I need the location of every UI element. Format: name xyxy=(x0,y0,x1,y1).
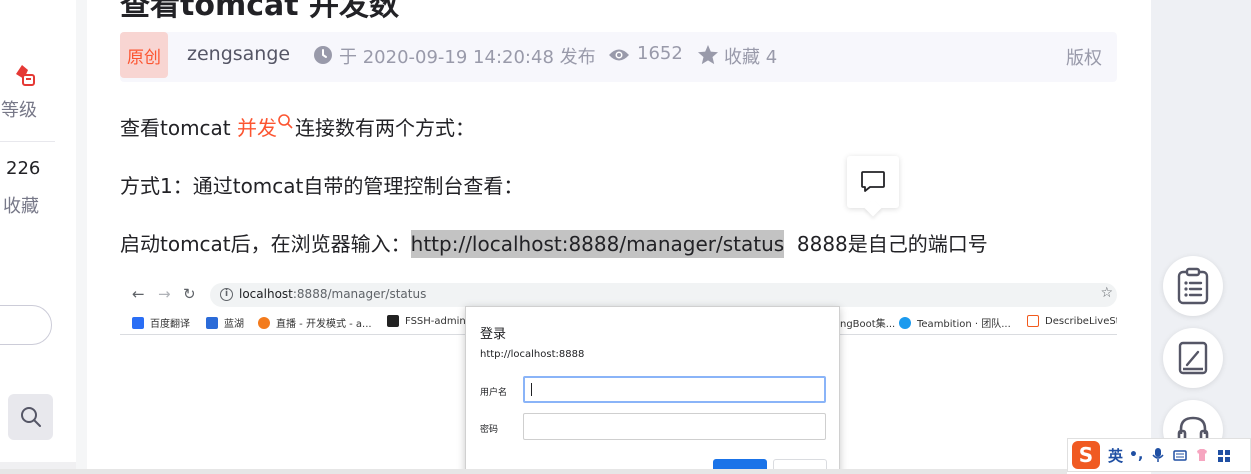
paragraph-method1: 方式1：通过tomcat自带的管理控制台查看： xyxy=(120,174,524,198)
password-field xyxy=(523,413,826,440)
aliyun-icon xyxy=(1027,315,1039,327)
bookmark-star-icon: ☆ xyxy=(1100,285,1113,301)
teambition-icon xyxy=(899,316,911,329)
edit-button[interactable] xyxy=(1163,328,1223,388)
bookmark-label: Teambition · 团队... xyxy=(917,319,1011,330)
skin-icon[interactable] xyxy=(1195,447,1209,463)
ime-punctuation-toggle[interactable]: •, xyxy=(1129,447,1143,463)
keyboard-icon[interactable] xyxy=(1173,447,1188,463)
original-badge: 原创 xyxy=(120,32,168,78)
username-label: 用户名 xyxy=(480,388,508,398)
favorites-count: 226 xyxy=(6,158,41,179)
bookmark-item: Teambition · 团队... xyxy=(899,315,1011,330)
bookmark-label: FSSH-admin xyxy=(405,315,466,327)
ime-language-toggle[interactable]: 英 xyxy=(1108,445,1123,466)
publish-time: 于 2020-09-19 14:20:48 发布 xyxy=(339,47,596,68)
dialog-title: 登录 xyxy=(480,327,507,342)
url-host: localhost xyxy=(239,287,293,301)
bookmark-label: 蓝湖 xyxy=(224,319,244,330)
browser-toolbar: ← → ↻ i localhost:8888/manager/status ☆ xyxy=(120,281,1117,309)
browser-url-field: i localhost:8888/manager/status ☆ xyxy=(210,283,1117,307)
paragraph-text: 8888是自己的端口号 xyxy=(784,232,988,256)
paragraph-url: 启动tomcat后，在浏览器输入：http://localhost:8888/m… xyxy=(120,228,988,258)
article-meta-bar: 原创 zengsange 于 2020-09-19 14:20:48 发布 16… xyxy=(120,32,1117,82)
menu-grid-icon[interactable] xyxy=(1217,447,1231,463)
copyright-link[interactable]: 版权 xyxy=(1066,44,1102,70)
bookmark-label: 百度翻译 xyxy=(150,319,190,330)
login-dialog: 登录 http://localhost:8888 用户名 密码 xyxy=(465,306,840,474)
bookmark-label: 直播 - 开发模式 - a... xyxy=(276,319,372,330)
username-field xyxy=(523,376,826,403)
live-icon xyxy=(258,316,270,329)
clock-icon xyxy=(314,46,332,64)
reload-icon: ↻ xyxy=(183,285,196,303)
keyword-link[interactable]: 并发 xyxy=(237,116,277,140)
bookmark-item: 蓝湖 xyxy=(206,315,244,330)
bookmark-label: ngBoot集... xyxy=(840,319,896,330)
microphone-icon[interactable] xyxy=(1151,447,1165,463)
back-arrow-icon: ← xyxy=(132,285,145,303)
paragraph-text: 连接数有两个方式： xyxy=(295,116,476,140)
embedded-browser-screenshot: ← → ↻ i localhost:8888/manager/status ☆ … xyxy=(120,281,1117,474)
bookmark-item: ngBoot集... xyxy=(840,315,895,330)
bottom-edge xyxy=(0,469,1067,474)
comment-icon xyxy=(861,171,885,192)
browser-url-text: localhost:8888/manager/status xyxy=(239,287,426,301)
article-title: 查看tomcat 并发数 xyxy=(120,0,400,23)
bookmark-label: DescribeLiveSt xyxy=(1045,315,1117,327)
forward-arrow-icon: → xyxy=(158,285,171,303)
left-sidebar: 等级 226 收藏 xyxy=(0,0,76,474)
sidebar-search-input[interactable] xyxy=(0,305,52,345)
password-label: 密码 xyxy=(480,425,499,435)
level-badge-icon xyxy=(16,65,35,86)
favorite-count[interactable]: 收藏 4 xyxy=(724,43,777,69)
highlighted-url[interactable]: http://localhost:8888/manager/status xyxy=(410,230,785,258)
paragraph-intro: 查看tomcat 并发 连接数有两个方式： xyxy=(120,112,475,141)
sogou-logo-icon[interactable]: S xyxy=(1072,441,1100,469)
fssh-icon xyxy=(387,315,399,327)
view-count: 1652 xyxy=(637,43,683,64)
comment-tooltip-button[interactable] xyxy=(847,156,899,208)
catalog-icon xyxy=(1177,267,1209,305)
author-name[interactable]: zengsange xyxy=(187,43,290,65)
right-toolbar xyxy=(1151,0,1251,474)
sidebar-divider xyxy=(0,141,55,142)
paragraph-text: 启动tomcat后，在浏览器输入： xyxy=(120,232,411,256)
search-icon[interactable] xyxy=(277,113,295,131)
lanhu-icon xyxy=(206,316,218,329)
edit-icon xyxy=(1178,341,1208,375)
star-icon[interactable] xyxy=(697,44,719,66)
bookmark-item: FSSH-admin xyxy=(387,315,466,327)
bookmark-item: DescribeLiveSt xyxy=(1027,315,1117,327)
search-icon xyxy=(20,407,41,427)
translate-icon xyxy=(132,316,144,329)
paragraph-text: 查看tomcat xyxy=(120,116,238,140)
bookmark-item: 直播 - 开发模式 - a... xyxy=(258,315,372,330)
catalog-button[interactable] xyxy=(1163,256,1223,316)
info-icon: i xyxy=(220,288,233,301)
eye-icon xyxy=(609,49,629,61)
favorites-label: 收藏 xyxy=(3,196,39,217)
sidebar-search-button[interactable] xyxy=(8,394,53,440)
dialog-url: http://localhost:8888 xyxy=(480,349,585,360)
level-label: 等级 xyxy=(1,100,37,121)
url-path: :8888/manager/status xyxy=(292,287,427,301)
ime-toolbar[interactable]: S 英 •, xyxy=(1067,438,1251,472)
bookmark-item: 百度翻译 xyxy=(132,315,190,330)
